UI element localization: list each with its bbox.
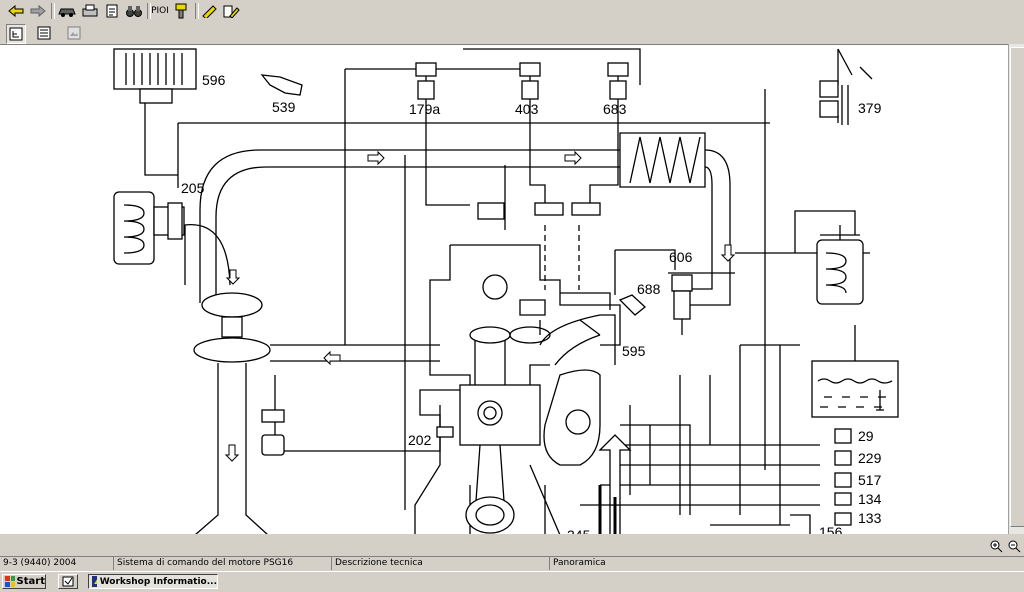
document-button[interactable]: [102, 2, 122, 20]
label-596: 596: [202, 72, 226, 88]
forward-button[interactable]: [28, 2, 48, 20]
arrow-left-icon: [8, 4, 24, 18]
status-model: 9-3 (9440) 2004: [0, 557, 114, 570]
label-202: 202: [408, 432, 432, 448]
gauge-icon: [175, 3, 187, 19]
taskbar-window-workshop[interactable]: Workshop Informatio...: [88, 574, 218, 589]
zoom-in-button[interactable]: [988, 537, 1004, 555]
vehicle-button[interactable]: [56, 2, 78, 20]
image-view-icon: [67, 26, 81, 40]
view-toolbar: [0, 22, 1024, 45]
vertical-scrollbar[interactable]: [1008, 44, 1024, 534]
tree-view-button[interactable]: [6, 24, 26, 44]
quick-launch-button[interactable]: [58, 574, 78, 589]
label-134: 134: [858, 491, 882, 507]
start-label: Start: [16, 576, 45, 587]
taskbar: Start Workshop Informatio...: [0, 571, 1024, 592]
label-595: 595: [622, 343, 646, 359]
label-179a: 179a: [409, 101, 440, 117]
label-688: 688: [637, 281, 661, 297]
taskbar-window-label: Workshop Informatio...: [99, 576, 217, 587]
print-button[interactable]: [80, 2, 100, 20]
pid-label: PIOI: [151, 6, 169, 16]
label-683: 683: [603, 101, 627, 117]
label-133: 133: [858, 510, 882, 526]
tree-view-icon: [9, 27, 23, 41]
windows-logo-icon: [5, 576, 15, 587]
status-bar: 9-3 (9440) 2004 Sistema di comando del m…: [0, 556, 1024, 571]
edit-button[interactable]: [199, 2, 219, 20]
pid-button[interactable]: PIOI: [151, 2, 169, 20]
zoom-in-icon: [990, 540, 1003, 553]
car-icon: [58, 8, 76, 17]
arrow-right-icon: [30, 4, 46, 18]
pencil-note-icon: [223, 5, 240, 18]
gauge-button[interactable]: [171, 2, 191, 20]
text-view-icon: [37, 26, 51, 40]
zoom-out-icon: [1008, 540, 1021, 553]
workshop-app-icon: [92, 576, 97, 587]
label-229: 229: [858, 450, 882, 466]
scrollbar-thumb[interactable]: [1010, 47, 1024, 527]
binoculars-icon: [126, 6, 142, 17]
zoom-bar: [0, 534, 1024, 556]
status-view: Panoramica: [553, 558, 606, 568]
label-539: 539: [272, 99, 296, 115]
label-205: 205: [181, 180, 205, 196]
search-button[interactable]: [124, 2, 144, 20]
label-29: 29: [858, 428, 874, 444]
start-button[interactable]: Start: [2, 574, 46, 589]
label-379: 379: [858, 100, 882, 116]
print-icon: [82, 4, 98, 17]
engine-control-diagram: 596 539 179a 403 683 379 205 606 688 595…: [113, 48, 899, 535]
pencil-icon: [202, 5, 217, 18]
status-system: Sistema di comando del motore PSG16: [114, 557, 332, 570]
text-view-button[interactable]: [34, 24, 54, 42]
diagram-viewer[interactable]: 596 539 179a 403 683 379 205 606 688 595…: [0, 44, 1008, 535]
status-doc-type: Descrizione tecnica: [332, 557, 550, 570]
main-toolbar: PIOI: [0, 0, 1024, 23]
label-606: 606: [669, 249, 693, 265]
document-icon: [106, 4, 118, 18]
app-shortcut-icon: [62, 576, 74, 587]
image-view-button[interactable]: [62, 24, 86, 42]
zoom-out-button[interactable]: [1006, 537, 1022, 555]
label-403: 403: [515, 101, 539, 117]
label-517: 517: [858, 472, 882, 488]
note-button[interactable]: [221, 2, 241, 20]
back-button[interactable]: [6, 2, 26, 20]
